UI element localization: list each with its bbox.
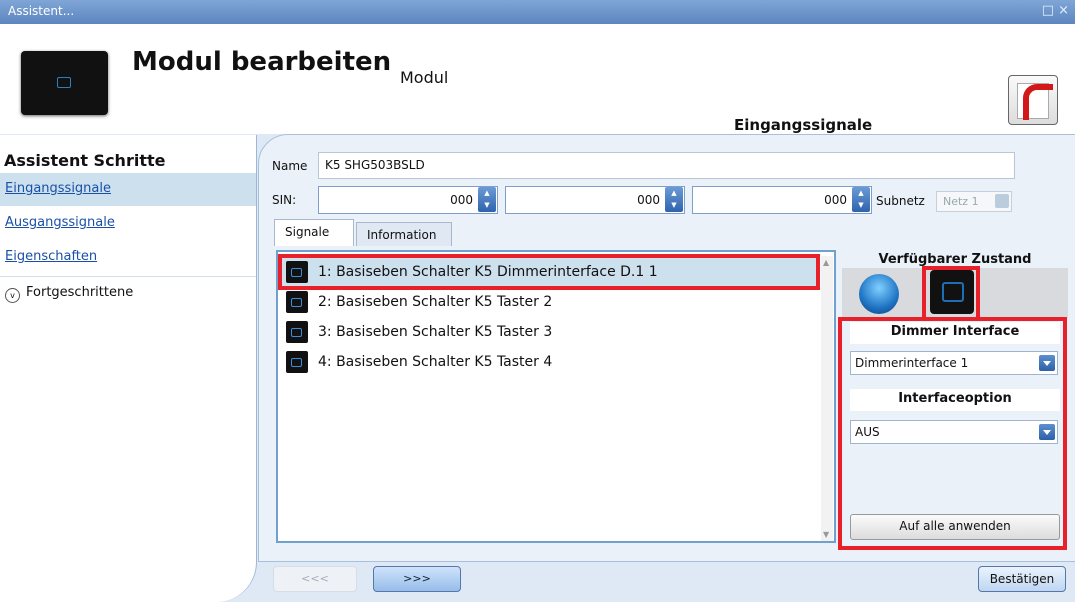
window-title: Assistent...	[8, 4, 75, 18]
subnet-label: Subnetz	[876, 194, 925, 208]
highlight-dimmer-state	[922, 266, 980, 321]
divider	[0, 276, 256, 277]
push-button-state-icon[interactable]	[859, 274, 899, 314]
sidebar-link[interactable]: Ausgangssignale	[5, 215, 115, 230]
sidebar-title: Assistent Schritte	[4, 151, 166, 170]
active-step-label: Eingangssignale	[734, 116, 873, 134]
sidebar-item-eigenschaften[interactable]: Eigenschaften	[0, 241, 256, 274]
name-label: Name	[272, 159, 308, 173]
sidebar-item-ausgangssignale[interactable]: Ausgangssignale	[0, 207, 256, 240]
pdf-icon[interactable]	[1008, 75, 1058, 125]
page-title: Modul bearbeiten	[132, 47, 392, 77]
sin-stepper-2[interactable]: ▲ ▼	[665, 187, 683, 212]
list-item-label: 2: Basiseben Schalter K5 Taster 2	[318, 294, 553, 310]
list-item[interactable]: 2: Basiseben Schalter K5 Taster 2	[281, 286, 816, 318]
sidebar-link[interactable]: Eigenschaften	[5, 249, 97, 264]
module-led-icon	[57, 77, 71, 88]
list-item[interactable]: 4: Basiseben Schalter K5 Taster 4	[281, 346, 816, 378]
title-bar: Assistent... □ ×	[0, 0, 1075, 24]
sin-label: SIN:	[272, 193, 297, 207]
advanced-label: Fortgeschrittene	[26, 285, 134, 300]
module-thumbnail	[21, 51, 108, 115]
subnet-select[interactable]: Netz 1	[936, 191, 1012, 212]
tab-information[interactable]: Information	[356, 222, 452, 246]
scroll-up-icon[interactable]: ▲	[823, 258, 829, 267]
sin-stepper-1[interactable]: ▲ ▼	[478, 187, 496, 212]
tab-signale[interactable]: Signale	[274, 219, 354, 246]
chevron-down-icon	[995, 194, 1009, 208]
name-field[interactable]: K5 SHG503BSLD	[318, 152, 1015, 179]
button-module-icon	[286, 291, 308, 313]
sidebar-item-eingangssignale[interactable]: Eingangssignale	[0, 173, 256, 206]
previous-button[interactable]: <<<	[273, 566, 357, 592]
next-button[interactable]: >>>	[373, 566, 461, 592]
highlight-settings	[838, 317, 1067, 550]
list-scrollbar[interactable]: ▲ ▼	[821, 256, 833, 541]
list-item-label: 3: Basiseben Schalter K5 Taster 3	[318, 324, 553, 340]
button-module-icon	[286, 321, 308, 343]
confirm-button[interactable]: Bestätigen	[978, 566, 1066, 592]
available-state-title: Verfügbarer Zustand	[878, 252, 1032, 267]
button-module-icon	[286, 351, 308, 373]
window-controls[interactable]: □ ×	[1042, 3, 1069, 18]
page-subtitle: Modul	[400, 68, 449, 87]
subnet-value: Netz 1	[943, 195, 979, 208]
scroll-down-icon[interactable]: ▼	[823, 530, 829, 539]
sin-stepper-3[interactable]: ▲ ▼	[852, 187, 870, 212]
highlight-selected-signal	[278, 254, 820, 290]
list-item[interactable]: 3: Basiseben Schalter K5 Taster 3	[281, 316, 816, 348]
wizard-steps-sidebar: Assistent Schritte Eingangssignale Ausga…	[0, 135, 257, 602]
sin-field-2[interactable]: 000	[505, 186, 685, 214]
chevron-down-icon[interactable]: v	[5, 288, 20, 303]
sidebar-link[interactable]: Eingangssignale	[5, 181, 111, 196]
advanced-expander[interactable]: v Fortgeschrittene	[5, 285, 133, 303]
sin-field-1[interactable]: 000	[318, 186, 498, 214]
sin-field-3[interactable]: 000	[692, 186, 872, 214]
list-item-label: 4: Basiseben Schalter K5 Taster 4	[318, 354, 553, 370]
